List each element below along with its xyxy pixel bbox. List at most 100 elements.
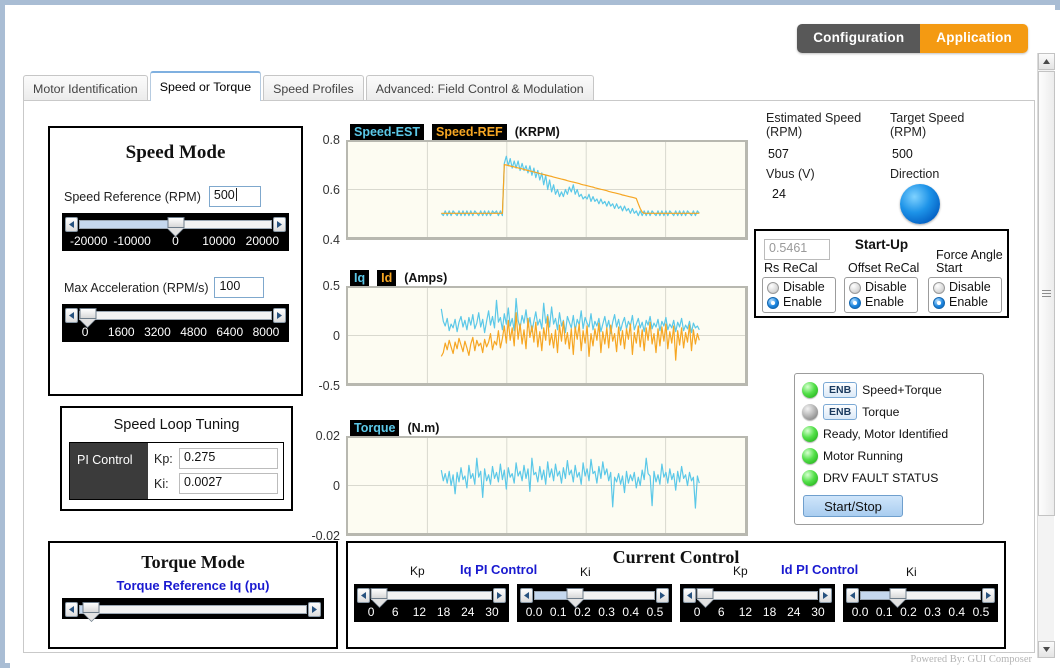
iq-pi-control-label: Iq PI Control <box>460 562 538 577</box>
kp-input[interactable]: 0.275 <box>179 448 278 469</box>
id-ki-slider[interactable]: 0.0 0.1 0.2 0.3 0.4 0.5 <box>843 584 998 622</box>
led-icon <box>802 426 818 442</box>
tab-speed-profiles[interactable]: Speed Profiles <box>263 75 364 101</box>
accel-slider-thumb[interactable] <box>79 308 97 327</box>
configuration-button[interactable]: Configuration <box>797 24 921 53</box>
iq-kp-thumb[interactable] <box>370 588 388 607</box>
footer-credit: Powered By: GUI Composer <box>910 654 1032 665</box>
torque-enb-button[interactable]: ENB <box>823 404 858 420</box>
led-icon <box>802 448 818 464</box>
id-kp-track[interactable] <box>696 588 818 607</box>
iq-ki-ticks: 0.0 0.1 0.2 0.3 0.4 0.5 <box>520 604 669 621</box>
current-chart-plot <box>346 286 748 386</box>
application-window: Configuration Application Motor Identifi… <box>0 0 1060 668</box>
scroll-up-button[interactable] <box>1038 53 1055 70</box>
torque-mode-panel: Torque Mode Torque Reference Iq (pu) <box>48 541 338 649</box>
legend-iq: Iq <box>350 269 370 286</box>
y-tick: 0.5 <box>322 279 340 293</box>
direction-led-icon <box>900 184 940 224</box>
accel-slider-right-arrow[interactable] <box>273 308 286 323</box>
torque-slider-right-arrow[interactable] <box>308 602 321 617</box>
torque-slider-thumb[interactable] <box>82 602 100 621</box>
speed-slider-track[interactable] <box>79 217 272 236</box>
iq-ki-slider[interactable]: 0.0 0.1 0.2 0.3 0.4 0.5 <box>517 584 672 622</box>
id-ki-left-arrow[interactable] <box>846 588 859 603</box>
status-label: Speed+Torque <box>862 383 942 397</box>
torque-reference-label: Torque Reference Iq (pu) <box>116 578 270 593</box>
max-acceleration-slider[interactable]: 0 1600 3200 4800 6400 8000 <box>62 304 289 342</box>
accel-slider-track[interactable] <box>79 308 272 327</box>
radio-icon[interactable] <box>767 281 779 294</box>
id-kp-slider[interactable]: 0 6 12 18 24 30 <box>680 584 835 622</box>
vertical-scrollbar[interactable] <box>1037 53 1055 658</box>
iq-ki-right-arrow[interactable] <box>656 588 669 603</box>
start-stop-button[interactable]: Start/Stop <box>803 495 903 517</box>
tick: 0.3 <box>598 605 615 619</box>
speed-chart-unit: (KRPM) <box>514 124 560 139</box>
speed-slider-thumb[interactable] <box>167 217 184 236</box>
application-button[interactable]: Application <box>920 24 1028 53</box>
offset-recal-disable-option[interactable]: Disable <box>849 280 913 295</box>
tab-motor-identification[interactable]: Motor Identification <box>23 75 148 101</box>
radio-icon[interactable] <box>933 296 945 309</box>
accel-slider-left-arrow[interactable] <box>65 308 78 323</box>
tick: 6 <box>391 605 399 619</box>
id-ki-right-arrow[interactable] <box>982 588 995 603</box>
iq-kp-right-arrow[interactable] <box>493 588 506 603</box>
radio-icon[interactable] <box>849 281 861 294</box>
speed-chart-y-axis: 0.8 0.6 0.4 <box>306 133 346 247</box>
tick: 0.2 <box>574 605 591 619</box>
offset-recal-enable-option[interactable]: Enable <box>849 295 913 310</box>
speed-torque-enb-button[interactable]: ENB <box>823 382 858 398</box>
offset-recal-radio-group[interactable]: Disable Enable <box>844 277 918 313</box>
force-angle-radio-group[interactable]: Disable Enable <box>928 277 1002 313</box>
tick: 12 <box>738 605 753 619</box>
id-ki-thumb[interactable] <box>889 588 907 607</box>
scroll-down-button[interactable] <box>1038 641 1055 658</box>
iq-ki-label: Ki <box>580 565 591 579</box>
current-chart-unit: (Amps) <box>404 270 448 285</box>
radio-icon[interactable] <box>849 296 861 309</box>
status-row-speed-torque: ENB Speed+Torque <box>795 379 983 401</box>
status-row-motor-running: Motor Running <box>795 445 983 467</box>
tab-speed-or-torque[interactable]: Speed or Torque <box>149 71 262 101</box>
max-acceleration-input[interactable]: 100 <box>214 277 265 298</box>
iq-kp-left-arrow[interactable] <box>357 588 370 603</box>
speed-slider-left-arrow[interactable] <box>65 217 78 232</box>
id-ki-track[interactable] <box>860 588 981 607</box>
id-kp-left-arrow[interactable] <box>683 588 696 603</box>
rs-recal-enable-option[interactable]: Enable <box>767 295 831 310</box>
tick: 0.0 <box>525 605 543 619</box>
speed-slider-right-arrow[interactable] <box>273 217 286 232</box>
torque-slider-track[interactable] <box>79 602 307 621</box>
torque-reference-slider[interactable] <box>62 598 324 621</box>
rs-recal-radio-group[interactable]: Disable Enable <box>762 277 836 313</box>
rs-recal-disable-option[interactable]: Disable <box>767 280 831 295</box>
tab-advanced-field-control[interactable]: Advanced: Field Control & Modulation <box>365 75 594 101</box>
rs-recal-label: Rs ReCal <box>764 261 818 275</box>
id-kp-thumb[interactable] <box>696 588 714 607</box>
window-content: Configuration Application Motor Identifi… <box>10 10 1060 668</box>
id-ki-label: Ki <box>906 565 917 579</box>
radio-icon[interactable] <box>933 281 945 294</box>
id-pi-control-label: Id PI Control <box>781 562 859 577</box>
tick: 0 <box>81 325 89 339</box>
iq-kp-slider[interactable]: 0 6 12 18 24 30 <box>354 584 509 622</box>
torque-slider-left-arrow[interactable] <box>65 602 78 617</box>
force-angle-enable-option[interactable]: Enable <box>933 295 997 310</box>
id-ki-ticks: 0.0 0.1 0.2 0.3 0.4 0.5 <box>846 604 995 621</box>
iq-ki-thumb[interactable] <box>566 588 584 607</box>
force-angle-start-label: Force Angle Start <box>936 248 1003 275</box>
speed-reference-slider[interactable]: -20000 -10000 0 10000 20000 <box>62 213 289 251</box>
scrollbar-thumb[interactable] <box>1038 71 1055 516</box>
iq-ki-left-arrow[interactable] <box>520 588 533 603</box>
ki-input[interactable]: 0.0027 <box>179 473 278 494</box>
force-angle-disable-option[interactable]: Disable <box>933 280 997 295</box>
iq-kp-track[interactable] <box>370 588 492 607</box>
speed-reference-input[interactable]: 500 <box>208 186 261 207</box>
iq-ki-track[interactable] <box>534 588 655 607</box>
tick: 12 <box>412 605 427 619</box>
radio-icon[interactable] <box>767 296 779 309</box>
current-chart-legend: Iq Id (Amps) <box>350 269 748 286</box>
id-kp-right-arrow[interactable] <box>819 588 832 603</box>
